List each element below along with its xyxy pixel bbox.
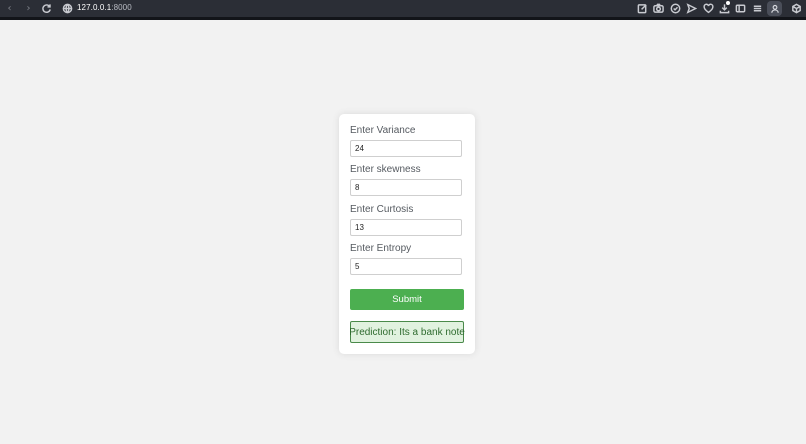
curtosis-label: Enter Curtosis: [350, 204, 414, 215]
reload-icon[interactable]: [40, 2, 53, 15]
profile-icon[interactable]: [767, 1, 782, 16]
entropy-label: Enter Entropy: [350, 243, 412, 254]
entropy-input[interactable]: [350, 258, 462, 275]
site-info-icon[interactable]: [61, 2, 74, 15]
back-icon[interactable]: ‹: [3, 2, 16, 15]
extensions-icon[interactable]: [790, 2, 803, 15]
url-port: :8000: [111, 3, 132, 12]
camera-icon[interactable]: [652, 2, 665, 15]
browser-toolbar: ‹ › 127.0.0.1:8000: [0, 0, 806, 17]
address-bar[interactable]: 127.0.0.1:8000: [77, 3, 132, 12]
skewness-input[interactable]: [350, 179, 462, 196]
prediction-form-card: Enter Variance Enter skewness Enter Curt…: [339, 114, 475, 354]
variance-label: Enter Variance: [350, 125, 416, 136]
menu-icon[interactable]: [751, 2, 764, 15]
edit-icon[interactable]: [636, 2, 649, 15]
curtosis-input[interactable]: [350, 219, 462, 236]
sidebar-icon[interactable]: [734, 2, 747, 15]
submit-button[interactable]: Submit: [350, 289, 464, 310]
send-icon[interactable]: [685, 2, 698, 15]
toolbar-divider: [0, 17, 806, 20]
heart-icon[interactable]: [702, 2, 715, 15]
variance-input[interactable]: [350, 140, 462, 157]
shield-check-icon[interactable]: [669, 2, 682, 15]
skewness-label: Enter skewness: [350, 164, 421, 175]
forward-icon[interactable]: ›: [22, 2, 35, 15]
download-badge: [726, 1, 730, 5]
url-host: 127.0.0.1: [77, 3, 112, 12]
prediction-result: Prediction: Its a bank note: [349, 321, 465, 343]
